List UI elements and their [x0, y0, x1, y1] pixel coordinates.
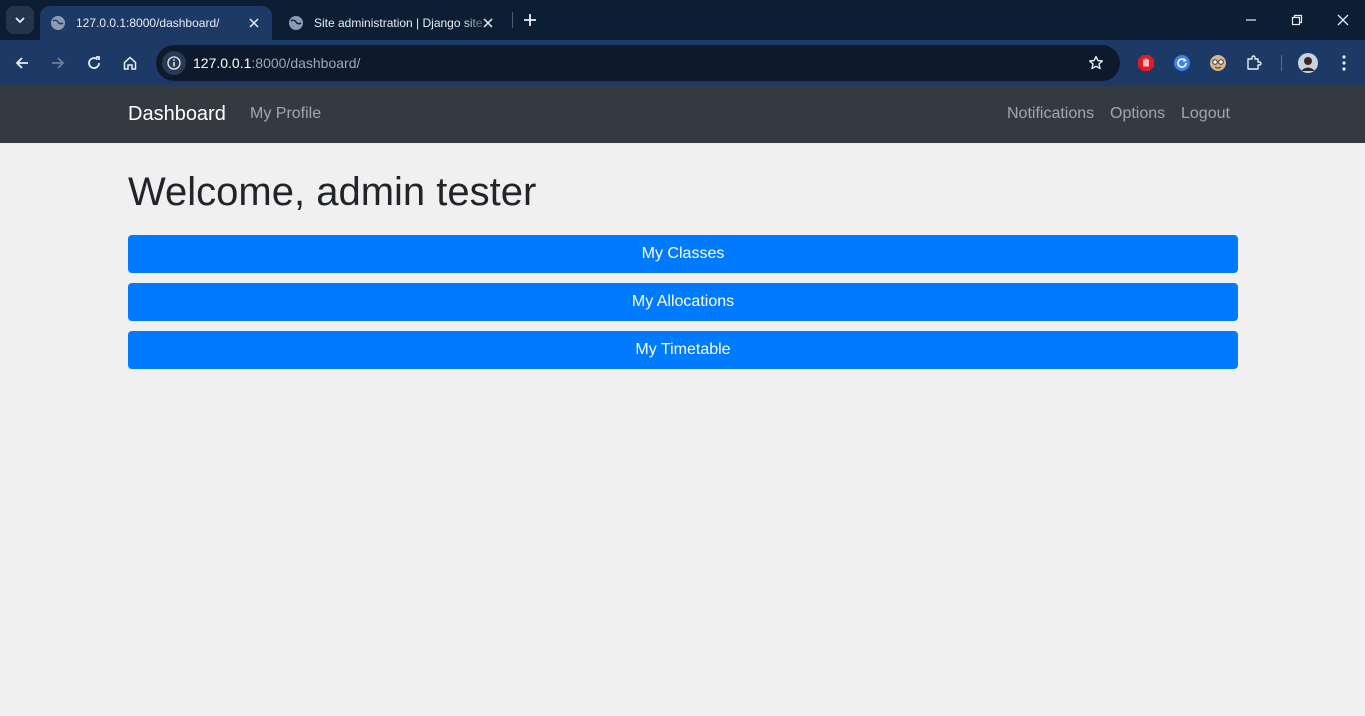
browser-menu-button[interactable] — [1332, 51, 1356, 75]
main-content: Welcome, admin tester My Classes My Allo… — [128, 143, 1238, 369]
browser-toolbar: 127.0.0.1:8000/dashboard/ — [0, 40, 1365, 86]
my-classes-button[interactable]: My Classes — [128, 235, 1238, 273]
extension-face-button[interactable] — [1206, 51, 1230, 75]
reload-button[interactable] — [80, 49, 108, 77]
nav-link-logout[interactable]: Logout — [1181, 105, 1230, 123]
extensions-button[interactable] — [1242, 51, 1266, 75]
tab-strip: 127.0.0.1:8000/dashboard/ Site administr… — [0, 0, 1365, 40]
back-button[interactable] — [8, 49, 36, 77]
close-icon[interactable] — [480, 15, 496, 31]
close-window-button[interactable] — [1329, 6, 1357, 34]
home-button[interactable] — [116, 49, 144, 77]
extension-face-icon — [1210, 55, 1226, 71]
tab-separator — [512, 12, 513, 28]
chevron-down-icon — [15, 17, 25, 24]
minimize-icon — [1246, 19, 1256, 21]
nav-link-notifications[interactable]: Notifications — [1007, 105, 1094, 123]
extension-stop-icon — [1138, 55, 1154, 71]
home-icon — [123, 56, 137, 70]
tab-site-administration[interactable]: Site administration | Django site admin — [278, 6, 506, 40]
tab-dashboard[interactable]: 127.0.0.1:8000/dashboard/ — [40, 6, 272, 40]
plus-icon — [524, 14, 536, 26]
toolbar-separator — [1281, 55, 1282, 71]
back-icon — [15, 57, 28, 69]
site-info-button[interactable] — [162, 51, 186, 75]
extension-stop-button[interactable] — [1134, 51, 1158, 75]
navbar-brand-link[interactable]: Dashboard — [128, 103, 226, 126]
globe-icon — [289, 16, 303, 30]
tab-title: 127.0.0.1:8000/dashboard/ — [76, 16, 220, 30]
globe-icon — [51, 16, 65, 30]
extension-refresh-button[interactable] — [1170, 51, 1194, 75]
close-window-icon — [1337, 14, 1349, 26]
page-title: Welcome, admin tester — [128, 170, 537, 214]
tab-title: Site administration | Django site admin — [314, 16, 490, 30]
url-host: 127.0.0.1 — [193, 55, 252, 71]
site-navbar: Dashboard My Profile Notifications Optio… — [0, 86, 1365, 143]
profile-avatar — [1298, 53, 1318, 73]
restore-icon — [1291, 14, 1303, 26]
my-allocations-button[interactable]: My Allocations — [128, 283, 1238, 321]
url-path: :8000/dashboard/ — [251, 55, 361, 71]
forward-button[interactable] — [44, 49, 72, 77]
nav-link-options[interactable]: Options — [1110, 105, 1165, 123]
profile-button[interactable] — [1296, 51, 1320, 75]
nav-link-my-profile[interactable]: My Profile — [250, 105, 321, 123]
menu-kebab-icon — [1342, 55, 1346, 71]
reload-icon — [88, 56, 100, 69]
forward-icon — [52, 57, 65, 69]
my-timetable-button[interactable]: My Timetable — [128, 331, 1238, 369]
address-bar[interactable]: 127.0.0.1:8000/dashboard/ — [156, 45, 1120, 81]
tab-search-button[interactable] — [6, 6, 34, 34]
restore-button[interactable] — [1283, 6, 1311, 34]
url-text: 127.0.0.1:8000/dashboard/ — [193, 55, 360, 71]
bookmark-button[interactable] — [1086, 53, 1106, 73]
bookmark-star-icon — [1089, 55, 1103, 70]
extension-refresh-icon — [1174, 55, 1190, 71]
new-tab-button[interactable] — [518, 8, 542, 32]
minimize-button[interactable] — [1237, 6, 1265, 34]
close-icon[interactable] — [246, 15, 262, 31]
extensions-puzzle-icon — [1247, 55, 1262, 70]
info-icon — [167, 56, 181, 70]
